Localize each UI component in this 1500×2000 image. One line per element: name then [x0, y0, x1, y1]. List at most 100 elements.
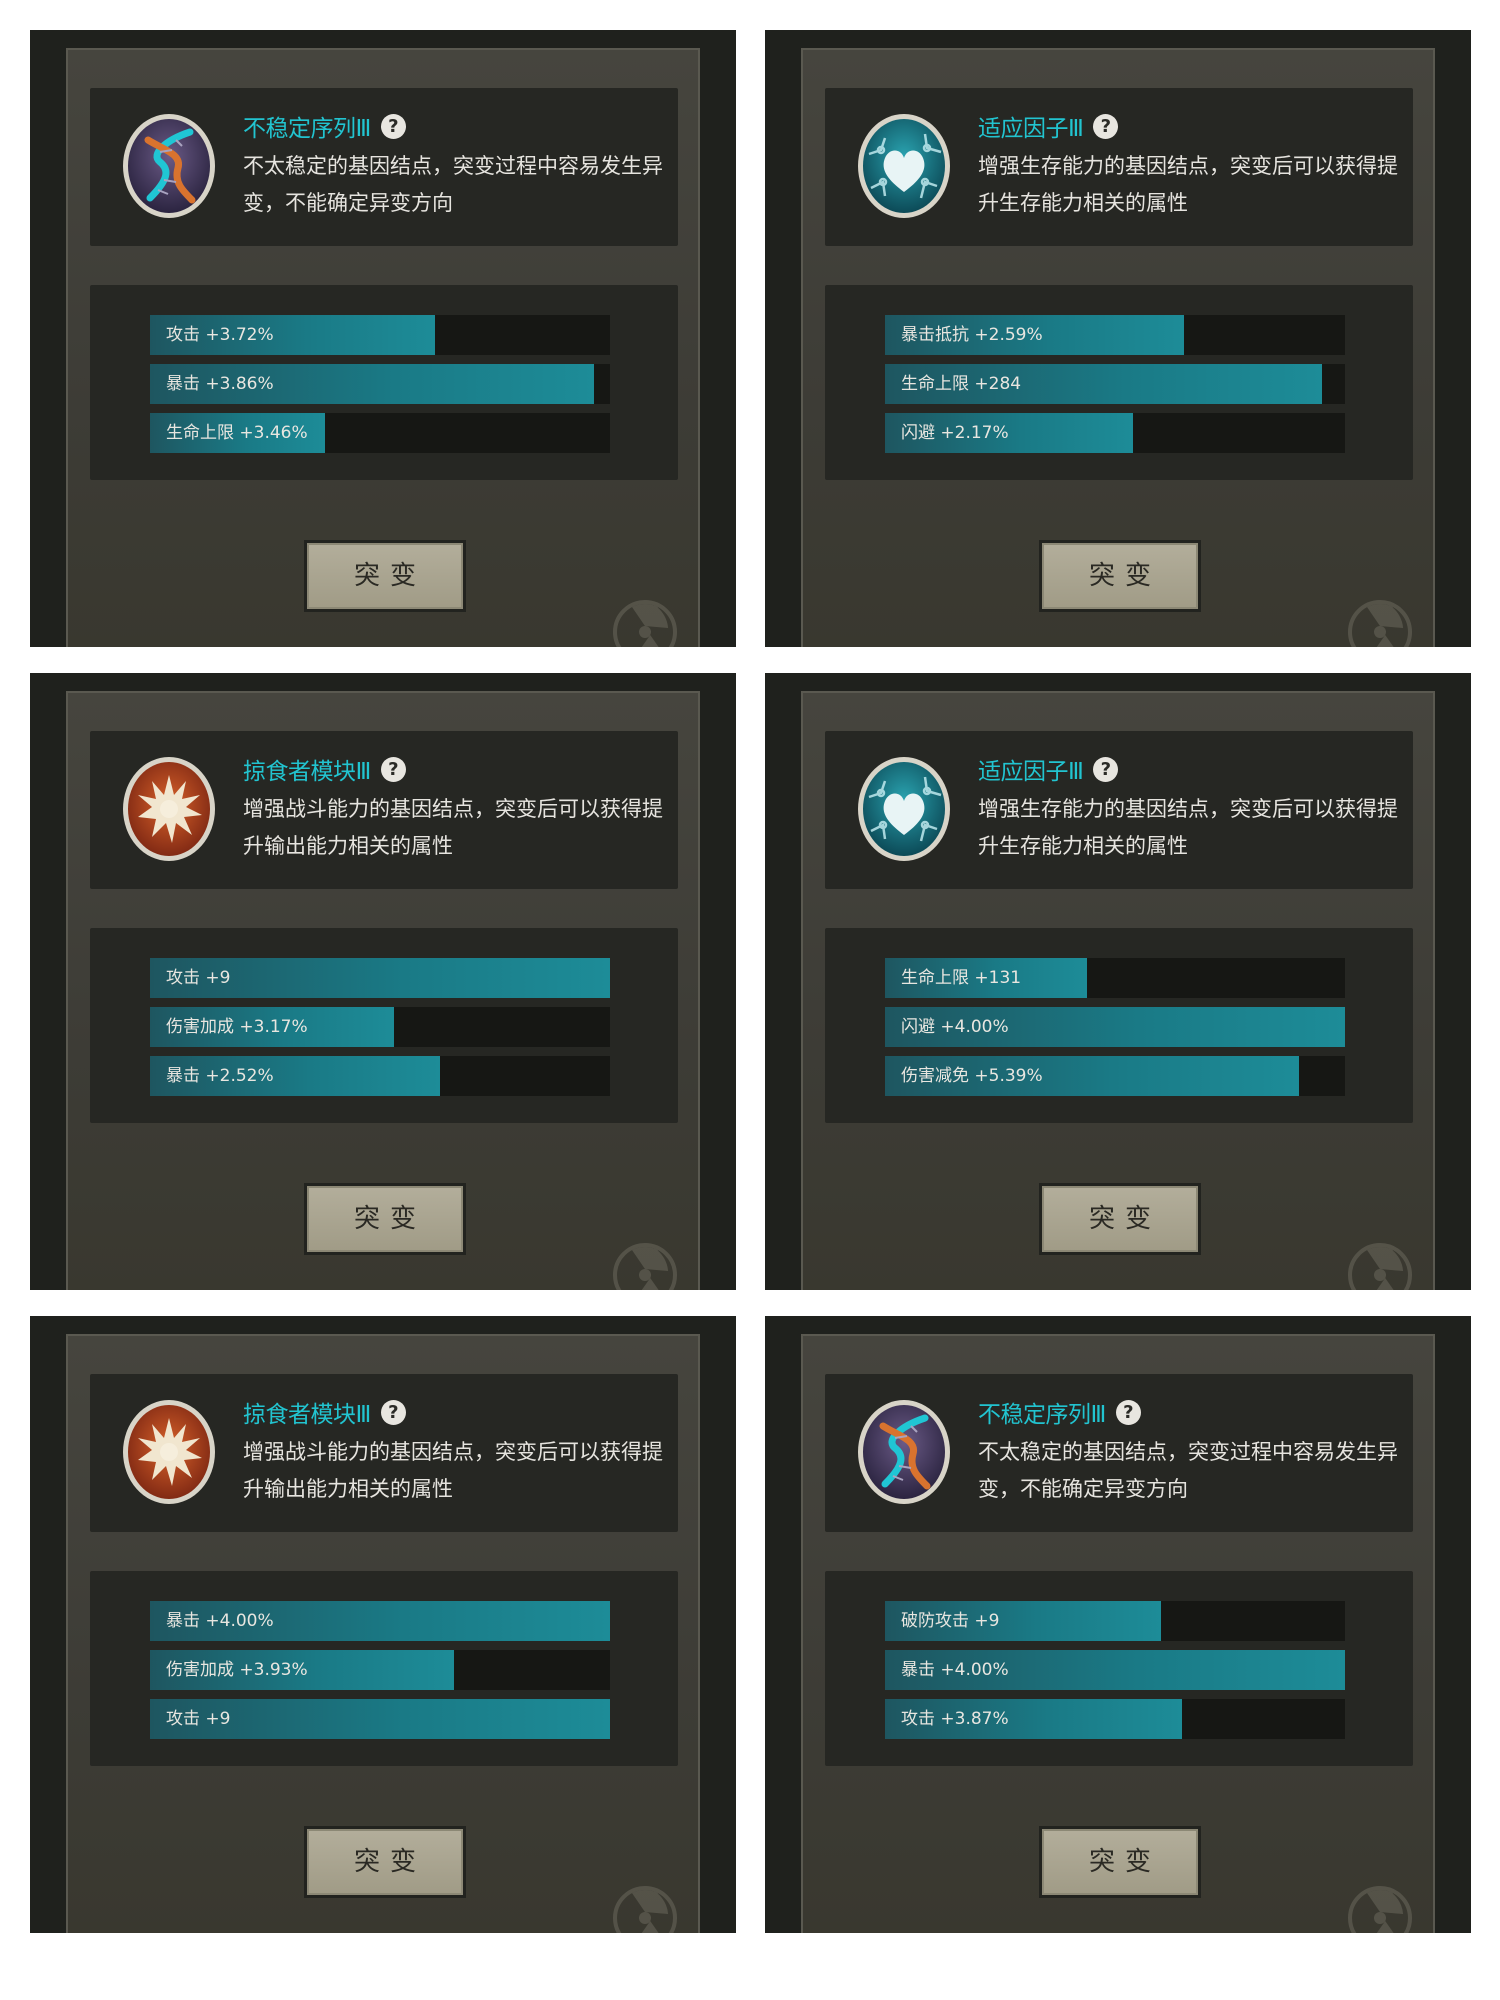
heart-cell-icon	[855, 110, 953, 222]
gene-info-card: 掠食者模块Ⅲ ? 增强战斗能力的基因结点，突变后可以获得提升输出能力相关的属性	[90, 731, 678, 889]
help-icon[interactable]: ?	[380, 756, 406, 782]
stats-card: 破防攻击 +9 暴击 +4.00% 攻击 +3.87%	[825, 1571, 1413, 1766]
dna-icon	[855, 1396, 953, 1508]
gene-info-card: 适应因子Ⅲ ? 增强生存能力的基因结点，突变后可以获得提升生存能力相关的属性	[825, 731, 1413, 889]
gene-info-card: 掠食者模块Ⅲ ? 增强战斗能力的基因结点，突变后可以获得提升输出能力相关的属性	[90, 1374, 678, 1532]
gene-title-row: 适应因子Ⅲ ?	[978, 110, 1119, 142]
mutate-button[interactable]: 突变	[1039, 540, 1201, 612]
stat-label: 暴击抵抗 +2.59%	[901, 325, 1043, 345]
gene-description: 增强战斗能力的基因结点，突变后可以获得提升输出能力相关的属性	[243, 1440, 663, 1501]
stat-row: 生命上限 +131	[885, 958, 1345, 998]
panel-frame: 适应因子Ⅲ ? 增强生存能力的基因结点，突变后可以获得提升生存能力相关的属性 暴…	[801, 48, 1435, 647]
gene-title: 不稳定序列Ⅲ	[243, 116, 371, 142]
gene-description: 增强生存能力的基因结点，突变后可以获得提升生存能力相关的属性	[978, 154, 1398, 215]
stat-row: 暴击 +2.52%	[150, 1056, 610, 1096]
mutation-panel-5: 掠食者模块Ⅲ ? 增强战斗能力的基因结点，突变后可以获得提升输出能力相关的属性 …	[30, 1316, 736, 1933]
stat-row: 攻击 +3.87%	[885, 1699, 1345, 1739]
mutate-button[interactable]: 突变	[1039, 1826, 1201, 1898]
radiation-watermark-icon	[613, 1243, 677, 1290]
gene-info-card: 适应因子Ⅲ ? 增强生存能力的基因结点，突变后可以获得提升生存能力相关的属性	[825, 88, 1413, 246]
stat-row: 暴击 +3.86%	[150, 364, 610, 404]
heart-cell-icon	[855, 753, 953, 865]
stat-row: 暴击 +4.00%	[150, 1601, 610, 1641]
stat-row: 伤害加成 +3.93%	[150, 1650, 610, 1690]
mutate-button[interactable]: 突变	[1039, 1183, 1201, 1255]
mutation-panel-2: 适应因子Ⅲ ? 增强生存能力的基因结点，突变后可以获得提升生存能力相关的属性 暴…	[765, 30, 1471, 647]
stat-label: 暴击 +2.52%	[166, 1066, 274, 1086]
radiation-watermark-icon	[1348, 1886, 1412, 1933]
radiation-watermark-icon	[613, 600, 677, 647]
stat-label: 生命上限 +3.46%	[166, 423, 308, 443]
gene-title: 适应因子Ⅲ	[978, 759, 1084, 785]
stat-label: 攻击 +9	[166, 968, 231, 988]
stat-label: 伤害减免 +5.39%	[901, 1066, 1043, 1086]
gene-title: 掠食者模块Ⅲ	[243, 1402, 371, 1428]
stat-row: 暴击抵抗 +2.59%	[885, 315, 1345, 355]
gene-title-row: 不稳定序列Ⅲ ?	[243, 110, 406, 142]
gene-info-card: 不稳定序列Ⅲ ? 不太稳定的基因结点，突变过程中容易发生异变，不能确定异变方向	[825, 1374, 1413, 1532]
stat-label: 伤害加成 +3.93%	[166, 1660, 308, 1680]
help-icon[interactable]: ?	[380, 113, 406, 139]
panel-frame: 掠食者模块Ⅲ ? 增强战斗能力的基因结点，突变后可以获得提升输出能力相关的属性 …	[66, 691, 700, 1290]
stat-row: 闪避 +4.00%	[885, 1007, 1345, 1047]
stats-card: 生命上限 +131 闪避 +4.00% 伤害减免 +5.39%	[825, 928, 1413, 1123]
dna-icon	[120, 110, 218, 222]
mutate-button[interactable]: 突变	[304, 540, 466, 612]
help-icon[interactable]: ?	[1093, 756, 1119, 782]
gene-title: 掠食者模块Ⅲ	[243, 759, 371, 785]
mutation-panel-1: 不稳定序列Ⅲ ? 不太稳定的基因结点，突变过程中容易发生异变，不能确定异变方向 …	[30, 30, 736, 647]
stats-card: 暴击 +4.00% 伤害加成 +3.93% 攻击 +9	[90, 1571, 678, 1766]
gene-description: 增强生存能力的基因结点，突变后可以获得提升生存能力相关的属性	[978, 797, 1398, 858]
panel-frame: 掠食者模块Ⅲ ? 增强战斗能力的基因结点，突变后可以获得提升输出能力相关的属性 …	[66, 1334, 700, 1933]
stat-label: 攻击 +3.72%	[166, 325, 274, 345]
radiation-watermark-icon	[613, 1886, 677, 1933]
stat-label: 攻击 +3.87%	[901, 1709, 1009, 1729]
radiation-watermark-icon	[1348, 600, 1412, 647]
stat-label: 破防攻击 +9	[901, 1611, 1000, 1631]
mutate-button[interactable]: 突变	[304, 1826, 466, 1898]
gene-title-row: 掠食者模块Ⅲ ?	[243, 753, 406, 785]
panel-frame: 适应因子Ⅲ ? 增强生存能力的基因结点，突变后可以获得提升生存能力相关的属性 生…	[801, 691, 1435, 1290]
stats-card: 暴击抵抗 +2.59% 生命上限 +284 闪避 +2.17%	[825, 285, 1413, 480]
help-icon[interactable]: ?	[1093, 113, 1119, 139]
help-icon[interactable]: ?	[380, 1399, 406, 1425]
stat-row: 生命上限 +284	[885, 364, 1345, 404]
gene-title: 适应因子Ⅲ	[978, 116, 1084, 142]
stats-card: 攻击 +3.72% 暴击 +3.86% 生命上限 +3.46%	[90, 285, 678, 480]
panel-frame: 不稳定序列Ⅲ ? 不太稳定的基因结点，突变过程中容易发生异变，不能确定异变方向 …	[801, 1334, 1435, 1933]
stat-label: 闪避 +2.17%	[901, 423, 1009, 443]
stat-row: 闪避 +2.17%	[885, 413, 1345, 453]
gene-title-row: 适应因子Ⅲ ?	[978, 753, 1119, 785]
stat-label: 暴击 +4.00%	[166, 1611, 274, 1631]
stat-label: 攻击 +9	[166, 1709, 231, 1729]
gene-description: 不太稳定的基因结点，突变过程中容易发生异变，不能确定异变方向	[978, 1440, 1398, 1501]
stats-card: 攻击 +9 伤害加成 +3.17% 暴击 +2.52%	[90, 928, 678, 1123]
gene-title-row: 掠食者模块Ⅲ ?	[243, 1396, 406, 1428]
stat-label: 生命上限 +131	[901, 968, 1022, 988]
stat-row: 伤害加成 +3.17%	[150, 1007, 610, 1047]
mutation-panel-3: 掠食者模块Ⅲ ? 增强战斗能力的基因结点，突变后可以获得提升输出能力相关的属性 …	[30, 673, 736, 1290]
stat-label: 伤害加成 +3.17%	[166, 1017, 308, 1037]
gene-title-row: 不稳定序列Ⅲ ?	[978, 1396, 1141, 1428]
stat-label: 暴击 +3.86%	[166, 374, 274, 394]
stat-row: 攻击 +9	[150, 958, 610, 998]
gene-description: 增强战斗能力的基因结点，突变后可以获得提升输出能力相关的属性	[243, 797, 663, 858]
radiation-watermark-icon	[1348, 1243, 1412, 1290]
stat-row: 伤害减免 +5.39%	[885, 1056, 1345, 1096]
stat-row: 生命上限 +3.46%	[150, 413, 610, 453]
stat-row: 破防攻击 +9	[885, 1601, 1345, 1641]
mutation-panel-6: 不稳定序列Ⅲ ? 不太稳定的基因结点，突变过程中容易发生异变，不能确定异变方向 …	[765, 1316, 1471, 1933]
panel-frame: 不稳定序列Ⅲ ? 不太稳定的基因结点，突变过程中容易发生异变，不能确定异变方向 …	[66, 48, 700, 647]
stat-label: 暴击 +4.00%	[901, 1660, 1009, 1680]
gene-title: 不稳定序列Ⅲ	[978, 1402, 1106, 1428]
help-icon[interactable]: ?	[1115, 1399, 1141, 1425]
gene-info-card: 不稳定序列Ⅲ ? 不太稳定的基因结点，突变过程中容易发生异变，不能确定异变方向	[90, 88, 678, 246]
stat-label: 生命上限 +284	[901, 374, 1022, 394]
stat-row: 攻击 +3.72%	[150, 315, 610, 355]
gene-description: 不太稳定的基因结点，突变过程中容易发生异变，不能确定异变方向	[243, 154, 663, 215]
stat-row: 暴击 +4.00%	[885, 1650, 1345, 1690]
mutation-panel-4: 适应因子Ⅲ ? 增强生存能力的基因结点，突变后可以获得提升生存能力相关的属性 生…	[765, 673, 1471, 1290]
mutate-button[interactable]: 突变	[304, 1183, 466, 1255]
stat-row: 攻击 +9	[150, 1699, 610, 1739]
stat-label: 闪避 +4.00%	[901, 1017, 1009, 1037]
